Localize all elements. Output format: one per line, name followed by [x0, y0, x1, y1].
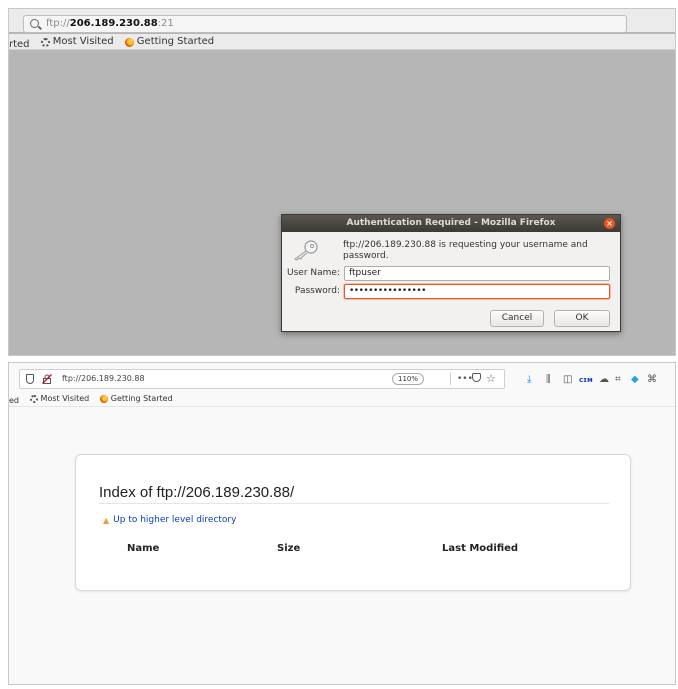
url-host: 206.189.230.88	[69, 18, 158, 29]
bottom-bookmarks-bar: ed Most Visited Getting Started	[9, 391, 675, 407]
page-title: Index of ftp://206.189.230.88/	[99, 484, 295, 501]
column-header-size[interactable]: Size	[277, 543, 300, 554]
parent-directory-label: Up to higher level directory	[113, 515, 237, 525]
shield-icon[interactable]	[26, 374, 34, 384]
bookmark-most-visited[interactable]: Most Visited	[40, 34, 114, 50]
bottom-toolbar: ftp://206.189.230.88 110% ••• ☆ ⤓ ⫼ ◫ ᴄɪ…	[9, 363, 675, 391]
page-actions-button[interactable]: •••	[457, 370, 473, 388]
top-url-bar[interactable]: ftp://206.189.230.88:21	[23, 15, 627, 33]
dialog-titlebar[interactable]: Authentication Required - Mozilla Firefo…	[282, 215, 620, 232]
extension-blue-icon[interactable]: ◆	[631, 374, 639, 386]
firefox-icon	[124, 37, 134, 47]
gear-icon	[40, 37, 50, 47]
close-button[interactable]: ×	[604, 218, 615, 229]
username-label: User Name:	[287, 268, 340, 278]
column-header-last-modified[interactable]: Last Modified	[442, 543, 518, 554]
bookmark-getting-started[interactable]: Getting Started	[124, 34, 215, 50]
firefox-icon	[99, 395, 108, 403]
bookmark-truncated[interactable]: ed	[9, 393, 19, 409]
bookmark-label: ed	[9, 396, 19, 405]
gear-icon	[29, 395, 38, 403]
top-bookmarks-bar: rted Most Visited Getting Started	[9, 34, 675, 50]
insecure-lock-icon[interactable]	[42, 374, 52, 384]
column-header-name[interactable]: Name	[127, 543, 159, 554]
bookmark-truncated[interactable]: rted	[9, 37, 30, 53]
auth-dialog: Authentication Required - Mozilla Firefo…	[281, 214, 621, 332]
key-icon	[294, 240, 318, 261]
parent-directory-link[interactable]: ▲ Up to higher level directory	[103, 515, 236, 525]
bookmark-label: rted	[9, 38, 30, 50]
top-toolbar: ftp://206.189.230.88:21	[9, 9, 675, 33]
bookmark-getting-started[interactable]: Getting Started	[99, 391, 173, 407]
dialog-title: Authentication Required - Mozilla Firefo…	[346, 218, 556, 228]
cloud-icon[interactable]: ☁	[599, 374, 609, 386]
screenshot-icon[interactable]: ⌗	[615, 374, 621, 386]
zoom-badge[interactable]: 110%	[392, 373, 425, 385]
username-field[interactable]: ftpuser	[344, 266, 610, 281]
bookmark-most-visited[interactable]: Most Visited	[29, 391, 90, 407]
url-port: :21	[157, 18, 174, 29]
password-field[interactable]: ••••••••••••••••	[344, 284, 610, 299]
title-divider	[99, 503, 609, 504]
url-text: ftp://206.189.230.88	[62, 374, 145, 383]
cancel-button[interactable]: Cancel	[490, 310, 544, 327]
sidebar-icon[interactable]: ◫	[563, 374, 572, 386]
bookmark-label: Most Visited	[52, 36, 114, 47]
extension-cim-icon[interactable]: ᴄɪᴍ	[579, 374, 593, 386]
search-icon	[30, 19, 39, 28]
auth-message: ftp://206.189.230.88 is requesting your …	[343, 240, 588, 261]
up-arrow-icon: ▲	[103, 515, 110, 525]
ftp-index-screenshot-panel: ftp://206.189.230.88 110% ••• ☆ ⤓ ⫼ ◫ ᴄɪ…	[8, 362, 676, 685]
bookmark-label: Getting Started	[110, 394, 173, 403]
bookmark-label: Getting Started	[136, 36, 215, 47]
ftp-index-card: Index of ftp://206.189.230.88/ ▲ Up to h…	[75, 454, 631, 591]
url-prefix: ftp://	[46, 18, 70, 29]
share-icon[interactable]: ⌘	[647, 374, 657, 386]
library-icon[interactable]: ⫼	[546, 374, 551, 386]
bottom-url-bar[interactable]: ftp://206.189.230.88 110% ••• ☆	[19, 369, 505, 389]
url-separator	[450, 373, 451, 385]
download-icon[interactable]: ⤓	[527, 374, 531, 386]
password-label: Password:	[294, 286, 340, 296]
ok-button[interactable]: OK	[554, 310, 610, 327]
bookmark-star-icon[interactable]: ☆	[486, 370, 496, 388]
bookmark-label: Most Visited	[40, 394, 90, 403]
pocket-icon[interactable]	[472, 373, 481, 382]
auth-screenshot-panel: ftp://206.189.230.88:21 rted Most Visite…	[8, 8, 676, 356]
